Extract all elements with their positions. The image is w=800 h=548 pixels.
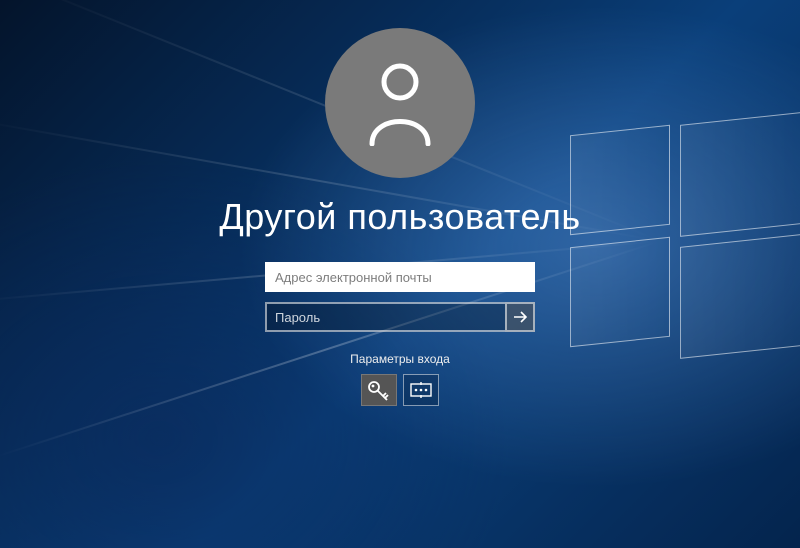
arrow-right-icon [512, 309, 528, 325]
submit-button[interactable] [505, 302, 535, 332]
signin-options [361, 374, 439, 406]
login-panel: Другой пользователь Параметры входа [190, 28, 610, 406]
signin-option-password[interactable] [361, 374, 397, 406]
password-input[interactable] [265, 302, 505, 332]
key-icon [367, 379, 391, 401]
password-field-row [265, 302, 535, 332]
username-label: Другой пользователь [219, 196, 580, 238]
avatar [325, 28, 475, 178]
pin-pad-icon [410, 382, 432, 398]
email-field-row [265, 262, 535, 292]
email-input[interactable] [265, 262, 535, 292]
user-icon [364, 60, 436, 146]
signin-options-label: Параметры входа [350, 352, 450, 366]
signin-option-pin[interactable] [403, 374, 439, 406]
